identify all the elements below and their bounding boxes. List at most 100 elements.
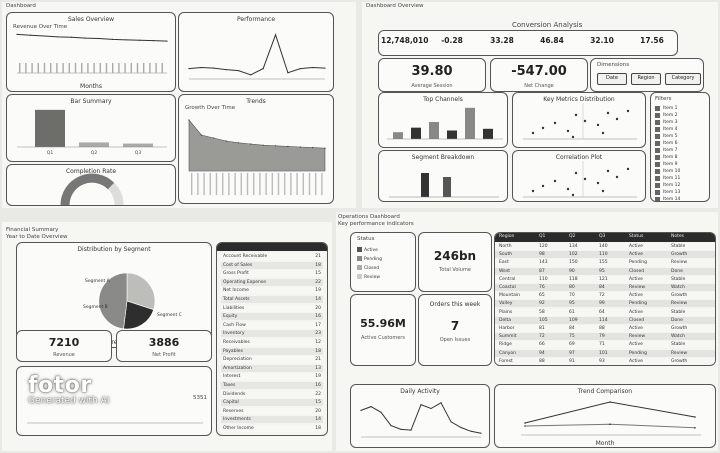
table-row[interactable]: Investments 14 [221, 416, 323, 424]
checkbox-icon[interactable] [655, 169, 660, 174]
table-row[interactable]: Account Receivable 21 [221, 253, 323, 260]
filter-list-item[interactable]: Item 12 [655, 182, 705, 189]
filter-list-item[interactable]: Item 14 [655, 196, 705, 201]
table-row[interactable]: Central 110 118 121 Active Stable [495, 275, 715, 283]
minor-tick [284, 173, 286, 195]
table-row[interactable]: Depreciation 21 [221, 356, 323, 364]
table-cell: 88 [599, 326, 605, 331]
kpi-average-card[interactable]: 39.80 Average Session [378, 58, 486, 92]
trend-comparison-card[interactable]: Trend Comparison Month [494, 384, 716, 448]
filter-list-item[interactable]: Item 7 [655, 147, 705, 154]
table-row[interactable]: Payables 18 [221, 347, 323, 355]
bar-summary-card[interactable]: Bar Summary Q1 Q2 Q3 [6, 94, 176, 162]
table-row[interactable]: Capital 15 [221, 399, 323, 407]
filter-button-region[interactable]: Region [631, 73, 661, 85]
filter-list-item[interactable]: Item 1 [655, 105, 705, 112]
filter-list-item[interactable]: Item 9 [655, 161, 705, 168]
checkbox-icon[interactable] [655, 176, 660, 181]
table-row[interactable]: Delta 105 109 114 Closed Done [495, 316, 715, 324]
table-cell: 66 [539, 342, 545, 348]
column-header[interactable]: Q3 [599, 234, 605, 239]
checkbox-icon[interactable] [655, 134, 660, 139]
table-row[interactable]: West 87 90 95 Closed Done [495, 267, 715, 275]
column-header[interactable]: Region [499, 234, 514, 239]
filter-button-date[interactable]: Date [597, 73, 627, 85]
filter-list-item[interactable]: Item 2 [655, 112, 705, 119]
table-row[interactable]: North 120 134 140 Active Stable [495, 243, 715, 250]
checkbox-icon[interactable] [655, 106, 660, 111]
row-label: Payables [223, 348, 243, 354]
filter-list-item[interactable]: Item 3 [655, 119, 705, 126]
checkbox-icon[interactable] [655, 155, 660, 160]
kpi-revenue-card[interactable]: 7210 Revenue [16, 330, 112, 362]
table-row[interactable]: Ridge 66 69 71 Active Stable [495, 341, 715, 349]
top-channels-card[interactable]: Top Channels [378, 92, 508, 148]
table-row[interactable]: South 98 102 110 Active Growth [495, 251, 715, 259]
table-row[interactable]: Taxes 16 [221, 382, 323, 389]
filter-list-item[interactable]: Item 10 [655, 168, 705, 175]
kpi-profit-card[interactable]: 3886 Net Profit [116, 330, 212, 362]
table-row[interactable]: Dividends 22 [221, 390, 323, 398]
table-row[interactable]: Reserves 20 [221, 407, 323, 415]
checkbox-icon[interactable] [655, 190, 660, 195]
kpi-net-card[interactable]: -547.00 Net Change [490, 58, 588, 92]
gauge-card[interactable]: Completion Rate [6, 164, 176, 206]
table-row[interactable]: Cost of Sales 18 [221, 261, 323, 269]
table-row[interactable]: Coastal 76 80 84 Review Watch [495, 284, 715, 291]
sales-line-card[interactable]: Sales Overview Revenue Over Time Months [6, 12, 176, 92]
table-row[interactable]: Liabilities 20 [221, 304, 323, 312]
segment-card[interactable]: Segment Breakdown [378, 150, 508, 202]
filter-button-category[interactable]: Category [665, 73, 701, 85]
table-row[interactable]: Other Income 18 [221, 425, 323, 432]
table-row[interactable]: Interest 19 [221, 373, 323, 381]
kpi-issues-card[interactable]: Orders this week 7 Open Issues [418, 294, 492, 366]
checkbox-icon[interactable] [655, 141, 660, 146]
table-row[interactable]: Summit 72 75 79 Review Watch [495, 333, 715, 341]
checkbox-icon[interactable] [655, 148, 660, 153]
table-row[interactable]: Gross Profit 15 [221, 270, 323, 278]
daily-activity-card[interactable]: Daily Activity [350, 384, 490, 448]
filter-list-item[interactable]: Item 8 [655, 154, 705, 161]
table-row[interactable]: Harbor 81 84 88 Active Growth [495, 325, 715, 332]
table-row[interactable]: Total Assets 14 [221, 296, 323, 303]
checkbox-icon[interactable] [655, 162, 660, 167]
trends-card[interactable]: Trends Growth Over Time [178, 94, 334, 204]
column-header[interactable]: Q2 [569, 234, 575, 239]
correlation-card[interactable]: Correlation Plot [512, 150, 646, 202]
table-row[interactable]: Receivables 12 [221, 339, 323, 346]
table-row[interactable]: Cash Flow 17 [221, 321, 323, 329]
filter-list-item[interactable]: Item 11 [655, 175, 705, 182]
column-header[interactable]: Q1 [539, 234, 545, 239]
table-row[interactable]: Mountain 65 70 72 Active Growth [495, 292, 715, 300]
table-row[interactable]: Net Income 19 [221, 287, 323, 295]
column-header[interactable]: Status [629, 234, 643, 239]
table-row[interactable]: Canyon 94 97 101 Pending Review [495, 349, 715, 357]
key-metrics-card[interactable]: Key Metrics Distribution [512, 92, 646, 148]
table-row[interactable]: Inventory 23 [221, 330, 323, 338]
kpi-customers-card[interactable]: 55.96M Active Customers [350, 294, 416, 366]
table-row[interactable]: East 143 150 155 Pending Review [495, 259, 715, 267]
table-cell: 155 [599, 260, 608, 266]
table-row[interactable]: Plains 58 61 64 Active Stable [495, 308, 715, 316]
table-row[interactable]: Equity 16 [221, 313, 323, 321]
legend-item: Pending [357, 256, 382, 262]
checkbox-icon[interactable] [655, 197, 660, 201]
filter-list-item[interactable]: Item 4 [655, 126, 705, 133]
table-row[interactable]: Operating Expense 22 [221, 278, 323, 286]
minor-tick [81, 63, 83, 73]
filter-list-item[interactable]: Item 5 [655, 133, 705, 140]
checkbox-icon[interactable] [655, 113, 660, 118]
column-header[interactable]: Notes [671, 234, 684, 239]
checkbox-icon[interactable] [655, 120, 660, 125]
performance-card[interactable]: Performance [178, 12, 334, 92]
filter-list-item[interactable]: Item 13 [655, 189, 705, 196]
checkbox-icon[interactable] [655, 183, 660, 188]
table-row[interactable]: Amortization 13 [221, 364, 323, 372]
table-row[interactable]: Forest 88 91 93 Active Growth [495, 357, 715, 365]
filter-list-item[interactable]: Item 6 [655, 140, 705, 147]
kpi-volume-card[interactable]: 246bn Total Volume [418, 232, 492, 292]
checkbox-icon[interactable] [655, 127, 660, 132]
legend-title: Status [357, 236, 375, 242]
table-row[interactable]: Valley 92 95 99 Pending Review [495, 300, 715, 308]
legend-item: Active [357, 247, 378, 253]
